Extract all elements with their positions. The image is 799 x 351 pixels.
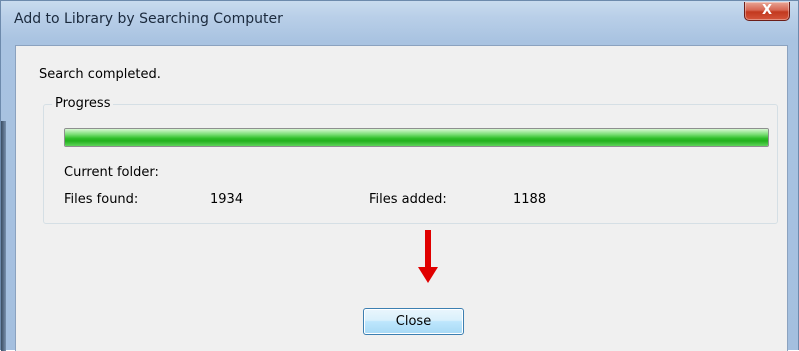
progress-bar-fill — [65, 129, 768, 146]
title-bar[interactable]: Add to Library by Searching Computer X — [1, 1, 798, 34]
current-folder-label: Current folder: — [64, 165, 159, 180]
progress-group: Progress Current folder: Files found: 19… — [43, 96, 778, 224]
progress-group-label: Progress — [52, 96, 114, 111]
window-edge-shadow — [1, 121, 6, 351]
progress-bar — [64, 128, 769, 147]
annotation-arrow-shaft — [425, 230, 431, 268]
arrow-down-icon — [418, 267, 438, 283]
files-added-value: 1188 — [513, 192, 547, 207]
files-found-label: Files found: — [64, 192, 139, 207]
files-found-value: 1934 — [210, 192, 244, 207]
dialog-window: Add to Library by Searching Computer X S… — [0, 0, 799, 351]
files-added-label: Files added: — [369, 192, 447, 207]
status-text: Search completed. — [39, 67, 161, 82]
dialog-content: Search completed. Progress Current folde… — [15, 45, 788, 351]
close-button[interactable]: Close — [363, 308, 464, 335]
window-close-icon[interactable]: X — [744, 2, 790, 21]
window-title: Add to Library by Searching Computer — [14, 11, 283, 27]
